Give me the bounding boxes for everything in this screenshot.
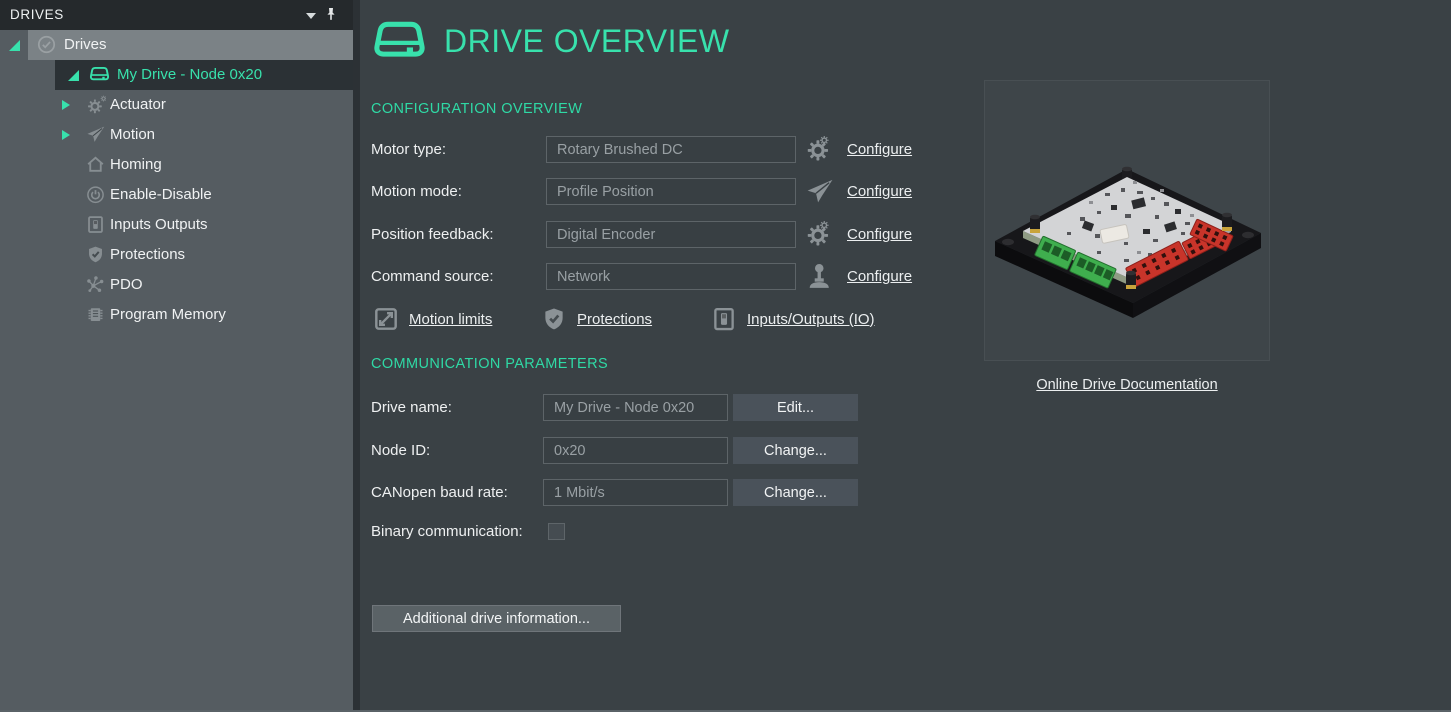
tree-item-pdo[interactable]: PDO bbox=[0, 270, 353, 300]
change-node-id-button[interactable]: Change... bbox=[733, 437, 858, 464]
motor-type-field[interactable] bbox=[546, 136, 796, 163]
inputs-outputs-link[interactable]: Inputs/Outputs (IO) bbox=[710, 304, 875, 334]
change-baud-rate-button[interactable]: Change... bbox=[733, 479, 858, 506]
tree-item-program-memory[interactable]: Program Memory bbox=[0, 300, 353, 330]
tree-item-enable-disable[interactable]: Enable-Disable bbox=[0, 180, 353, 210]
tree-item-inputs-outputs[interactable]: Inputs Outputs bbox=[0, 210, 353, 240]
page-title: DRIVE OVERVIEW bbox=[444, 23, 730, 60]
pin-icon[interactable] bbox=[321, 5, 341, 25]
drive-name-field[interactable] bbox=[543, 394, 728, 421]
shield-icon bbox=[540, 305, 568, 333]
additional-drive-information-button[interactable]: Additional drive information... bbox=[372, 605, 621, 632]
motor-type-label: Motor type: bbox=[371, 136, 446, 163]
communication-parameters-heading: COMMUNICATION PARAMETERS bbox=[371, 356, 608, 372]
drive-name-label: Drive name: bbox=[371, 394, 452, 421]
command-source-field[interactable] bbox=[546, 263, 796, 290]
configuration-overview-heading: CONFIGURATION OVERVIEW bbox=[371, 101, 582, 117]
drive-board-image bbox=[985, 81, 1269, 360]
configure-feedback-link[interactable]: Configure bbox=[847, 221, 912, 248]
expand-arrow-icon[interactable] bbox=[9, 40, 20, 51]
drives-panel-header: DRIVES bbox=[0, 0, 353, 30]
drive-icon bbox=[372, 14, 427, 69]
drive-tuning-window: DRIVES Drives My Drive - Node 0x20 bbox=[0, 0, 1451, 712]
configure-command-source-link[interactable]: Configure bbox=[847, 263, 912, 290]
tree-item-label: Program Memory bbox=[110, 300, 226, 330]
caret-down-icon[interactable] bbox=[306, 13, 316, 19]
tree-item-label: Homing bbox=[110, 150, 162, 180]
tree-item-label: Motion bbox=[110, 120, 155, 150]
page-title-row: DRIVE OVERVIEW bbox=[372, 14, 730, 69]
motion-mode-field[interactable] bbox=[546, 178, 796, 205]
tree-item-drives-highlight: Drives bbox=[28, 30, 353, 60]
tree-item-label: Enable-Disable bbox=[110, 180, 212, 210]
drives-tree: Drives My Drive - Node 0x20 Actuator Mot… bbox=[0, 30, 353, 330]
command-source-label: Command source: bbox=[371, 263, 494, 290]
drive-overview-page: DRIVE OVERVIEW CONFIGURATION OVERVIEW Mo… bbox=[360, 0, 1451, 712]
drives-panel-title: DRIVES bbox=[10, 0, 64, 30]
baud-rate-label: CANopen baud rate: bbox=[371, 479, 508, 506]
tree-item-label: PDO bbox=[110, 270, 143, 300]
node-id-row: Node ID: Change... bbox=[360, 437, 1310, 464]
gear-icon bbox=[85, 94, 106, 115]
drive-photo-panel bbox=[984, 80, 1270, 361]
binary-communication-label: Binary communication: bbox=[371, 521, 523, 543]
tree-item-label: Protections bbox=[110, 240, 185, 270]
tree-item-my-drive-highlight: My Drive - Node 0x20 bbox=[55, 60, 353, 90]
panel-splitter[interactable] bbox=[353, 0, 360, 712]
motion-limits-link-label[interactable]: Motion limits bbox=[409, 311, 492, 328]
motion-limits-icon bbox=[372, 305, 400, 333]
expand-arrow-icon[interactable] bbox=[68, 70, 79, 81]
check-circle-icon bbox=[36, 34, 57, 55]
motion-limits-link[interactable]: Motion limits bbox=[372, 304, 492, 334]
power-icon bbox=[85, 184, 106, 205]
memory-chip-icon bbox=[85, 304, 106, 325]
gear-icon bbox=[804, 134, 835, 165]
inputs-outputs-link-label[interactable]: Inputs/Outputs (IO) bbox=[747, 311, 875, 328]
baud-rate-row: CANopen baud rate: Change... bbox=[360, 479, 1310, 506]
drive-icon bbox=[89, 64, 110, 85]
protections-link-label[interactable]: Protections bbox=[577, 311, 652, 328]
paper-plane-icon bbox=[85, 124, 106, 145]
io-connector-icon bbox=[85, 214, 106, 235]
online-drive-documentation-link[interactable]: Online Drive Documentation bbox=[1036, 377, 1217, 393]
tree-item-my-drive[interactable]: My Drive - Node 0x20 bbox=[0, 60, 353, 90]
home-icon bbox=[85, 154, 106, 175]
collapse-arrow-icon[interactable] bbox=[62, 130, 70, 140]
tree-item-label: Actuator bbox=[110, 90, 166, 120]
drives-panel: DRIVES Drives My Drive - Node 0x20 bbox=[0, 0, 353, 712]
edit-drive-name-button[interactable]: Edit... bbox=[733, 394, 858, 421]
network-nodes-icon bbox=[85, 274, 106, 295]
binary-communication-checkbox[interactable] bbox=[548, 523, 565, 540]
tree-item-motion[interactable]: Motion bbox=[0, 120, 353, 150]
gear-icon bbox=[804, 219, 835, 250]
shield-icon bbox=[85, 244, 106, 265]
tree-item-label: Drives bbox=[64, 30, 107, 60]
tree-item-homing[interactable]: Homing bbox=[0, 150, 353, 180]
configure-motor-link[interactable]: Configure bbox=[847, 136, 912, 163]
position-feedback-field[interactable] bbox=[546, 221, 796, 248]
configure-motion-link[interactable]: Configure bbox=[847, 178, 912, 205]
node-id-label: Node ID: bbox=[371, 437, 430, 464]
motion-mode-label: Motion mode: bbox=[371, 178, 462, 205]
binary-communication-row: Binary communication: bbox=[360, 521, 1310, 543]
drive-name-row: Drive name: Edit... bbox=[360, 394, 1310, 421]
tree-item-actuator[interactable]: Actuator bbox=[0, 90, 353, 120]
collapse-arrow-icon[interactable] bbox=[62, 100, 70, 110]
io-connector-icon bbox=[710, 305, 738, 333]
protections-link[interactable]: Protections bbox=[540, 304, 652, 334]
tree-item-label: Inputs Outputs bbox=[110, 210, 208, 240]
position-feedback-label: Position feedback: bbox=[371, 221, 494, 248]
node-id-field[interactable] bbox=[543, 437, 728, 464]
tree-item-drives[interactable]: Drives bbox=[0, 30, 353, 60]
tree-item-label: My Drive - Node 0x20 bbox=[117, 60, 262, 90]
baud-rate-field[interactable] bbox=[543, 479, 728, 506]
paper-plane-icon bbox=[804, 176, 835, 207]
joystick-icon bbox=[804, 261, 835, 292]
tree-item-protections[interactable]: Protections bbox=[0, 240, 353, 270]
